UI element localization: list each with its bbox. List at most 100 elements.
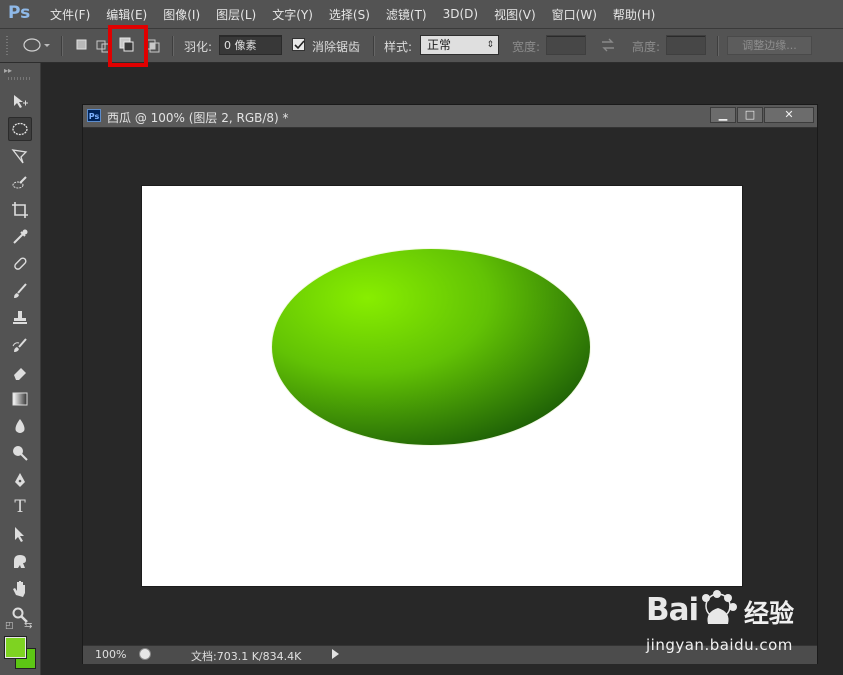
width-label: 宽度: [512, 40, 541, 54]
blur-tool[interactable] [8, 414, 32, 438]
eraser-icon [14, 368, 26, 380]
options-grip[interactable] [6, 36, 8, 56]
menu-help[interactable]: 帮助(H) [605, 6, 663, 23]
close-button[interactable]: ✕ [764, 107, 814, 123]
default-colors-icon[interactable]: ◰ [5, 621, 14, 631]
swap-arrows-icon [602, 38, 614, 52]
move-tool[interactable] [8, 90, 32, 114]
chevron-updown-icon: ⇕ [486, 40, 494, 50]
paw-icon [702, 590, 737, 624]
path-selection-tool[interactable] [8, 522, 32, 546]
move-icon [14, 95, 28, 108]
lasso-tool[interactable] [8, 144, 32, 168]
crop-icon [12, 202, 28, 218]
tools-panel: ▸▸ T ◰ ⇆ [0, 63, 41, 675]
healing-brush-tool[interactable] [8, 252, 32, 276]
style-select[interactable]: 正常 ⇕ [420, 35, 499, 55]
eraser-tool[interactable] [8, 360, 32, 384]
eyedropper-tool[interactable] [8, 225, 32, 249]
quick-selection-tool[interactable] [8, 171, 32, 195]
ellipse-marquee-icon [12, 122, 28, 136]
menu-select[interactable]: 选择(S) [321, 6, 378, 23]
menu-view[interactable]: 视图(V) [486, 6, 544, 23]
brush-icon [14, 283, 27, 298]
menu-window[interactable]: 窗口(W) [544, 6, 605, 23]
status-menu-arrow-icon[interactable] [332, 649, 339, 659]
custom-shape-icon [14, 555, 26, 568]
height-label: 高度: [632, 40, 661, 54]
close-icon: ✕ [784, 108, 794, 121]
panel-grip[interactable] [8, 77, 32, 80]
style-label: 样式: [384, 40, 413, 54]
stamp-icon [13, 311, 27, 324]
elliptical-marquee-tool[interactable] [8, 117, 32, 141]
options-divider [373, 36, 375, 56]
menu-image[interactable]: 图像(I) [155, 6, 208, 23]
document-window: Ps 西瓜 @ 100% (图层 2, RGB/8) * ▁ □ ✕ 100% [82, 104, 818, 664]
history-brush-tool[interactable] [8, 333, 32, 357]
foreground-color-swatch[interactable] [4, 636, 27, 659]
checkmark-icon [294, 40, 305, 50]
refine-edge-button[interactable]: 调整边缘... [727, 36, 812, 55]
gradient-tool[interactable] [8, 387, 32, 411]
maximize-button[interactable]: □ [737, 107, 763, 123]
new-selection-icon [76, 39, 87, 50]
photoshop-logo: Ps [8, 3, 31, 23]
type-tool[interactable]: T [8, 495, 32, 519]
new-selection-button[interactable] [74, 37, 90, 53]
water-drop-icon [15, 419, 25, 433]
hand-icon [13, 581, 25, 597]
panel-collapse-icon[interactable]: ▸▸ [4, 66, 12, 75]
polygonal-lasso-icon [11, 149, 28, 164]
menu-edit[interactable]: 编辑(E) [98, 6, 155, 23]
watermark-brand: Bai [646, 592, 699, 628]
green-ellipse[interactable] [272, 249, 590, 445]
minimize-button[interactable]: ▁ [710, 107, 736, 123]
shape-tool[interactable] [8, 549, 32, 573]
antialias-checkbox[interactable] [292, 38, 305, 51]
width-input[interactable] [546, 35, 586, 55]
watermark-url: jingyan.baidu.com [646, 636, 793, 654]
style-select-value: 正常 [427, 38, 452, 52]
options-divider [61, 36, 63, 56]
menu-3d[interactable]: 3D(D) [435, 7, 486, 21]
ellipse-marquee-icon [23, 38, 50, 52]
feather-input[interactable]: 0 像素 [219, 35, 282, 55]
height-input[interactable] [666, 35, 706, 55]
baidu-watermark: Bai 经验 jingyan.baidu.com [646, 590, 842, 660]
canvas-area [83, 128, 817, 645]
highlight-box [108, 25, 148, 67]
brush-tool[interactable] [8, 279, 32, 303]
menu-items: 文件(F) 编辑(E) 图像(I) 图层(L) 文字(Y) 选择(S) 滤镜(T… [42, 0, 663, 28]
feather-label: 羽化: [184, 40, 213, 54]
gradient-icon [12, 392, 28, 406]
zoom-level[interactable]: 100% [95, 648, 126, 661]
menu-filter[interactable]: 滤镜(T) [378, 6, 435, 23]
type-icon: T [14, 497, 26, 517]
tool-preset-picker[interactable] [22, 37, 50, 53]
path-selection-icon [15, 527, 24, 542]
ps-document-icon: Ps [87, 109, 101, 122]
menu-layer[interactable]: 图层(L) [208, 6, 264, 23]
dodge-tool[interactable] [8, 441, 32, 465]
hand-tool[interactable] [8, 576, 32, 600]
swap-colors-icon[interactable]: ⇆ [24, 620, 32, 631]
menu-file[interactable]: 文件(F) [42, 6, 98, 23]
document-info: 文档:703.1 K/834.4K [191, 650, 302, 663]
minimize-icon: ▁ [718, 108, 728, 121]
eyedropper-icon [13, 229, 28, 244]
history-brush-icon [12, 338, 27, 352]
menu-type[interactable]: 文字(Y) [264, 6, 321, 23]
clone-stamp-tool[interactable] [8, 306, 32, 330]
swap-width-height-button[interactable] [600, 37, 616, 53]
crop-tool[interactable] [8, 198, 32, 222]
pen-tool[interactable] [8, 468, 32, 492]
watermark-brand-suffix: 经验 [744, 599, 795, 628]
options-divider [172, 36, 174, 56]
status-info-icon[interactable] [139, 648, 151, 660]
document-titlebar[interactable]: Ps 西瓜 @ 100% (图层 2, RGB/8) * ▁ □ ✕ [83, 105, 817, 128]
antialias-label: 消除锯齿 [312, 40, 361, 54]
document-canvas[interactable] [142, 186, 742, 586]
pen-icon [15, 473, 25, 487]
bandage-icon [14, 257, 27, 270]
